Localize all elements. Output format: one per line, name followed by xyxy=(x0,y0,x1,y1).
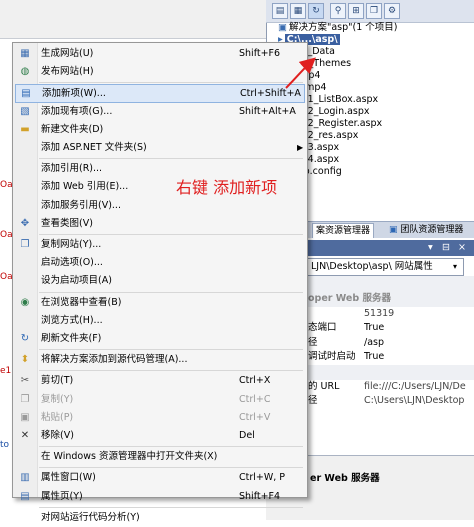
annotation-arrow xyxy=(285,57,316,89)
